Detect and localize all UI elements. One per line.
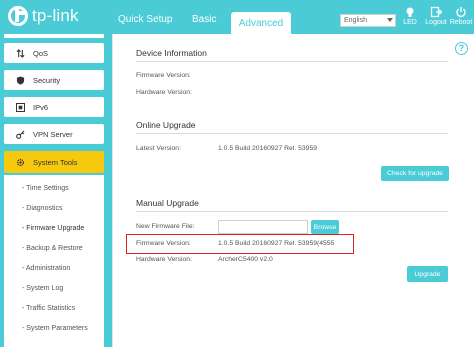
submenu-item-system-parameters[interactable]: - System Parameters [22, 325, 88, 332]
device-firmware-label: Firmware Version: [136, 72, 191, 79]
sidebar-item-vpn-server[interactable]: VPN Server [4, 124, 104, 144]
latest-version-value: 1.0.5 Build 20160927 Rel. 53959 [218, 145, 318, 152]
sidebar-item-label: QoS [33, 48, 49, 58]
sidebar-item-label: IPv6 [33, 102, 49, 112]
submenu-item-time-settings[interactable]: - Time Settings [22, 185, 69, 192]
language-value: English [344, 17, 367, 24]
reboot-label: Reboot [449, 19, 473, 26]
qos-arrows-icon [16, 48, 25, 58]
latest-version-label: Latest Version: [136, 145, 181, 152]
sidebar-item-label: VPN Server [33, 129, 73, 139]
sidebar-item-qos[interactable]: QoS [4, 43, 104, 63]
main-content [112, 34, 474, 347]
sidebar: QoS Security IPv6 VPN Server System Tool… [0, 34, 112, 347]
submenu-item-system-log[interactable]: - System Log [22, 285, 63, 292]
tp-link-logo-icon [8, 6, 28, 26]
section-divider [136, 61, 448, 62]
manual-upgrade-title: Manual Upgrade [136, 198, 199, 208]
new-firmware-file-label: New Firmware File: [136, 223, 195, 230]
language-select[interactable]: English [340, 14, 396, 27]
chevron-down-icon [387, 18, 393, 22]
manual-hardware-label: Hardware Version: [136, 256, 192, 263]
sidebar-item-security[interactable]: Security [4, 70, 104, 90]
sidebar-item-ipv6[interactable]: IPv6 [4, 97, 104, 117]
firmware-file-input[interactable] [218, 220, 308, 234]
tab-advanced[interactable]: Advanced [231, 12, 291, 34]
sidebar-item-label: System Tools [33, 157, 78, 167]
logout-label: Logout [425, 19, 447, 26]
brand-logo[interactable]: tp-link [8, 3, 79, 29]
check-for-upgrade-button[interactable]: Check for upgrade [381, 166, 449, 181]
sidebar-item-system-tools[interactable]: System Tools [4, 151, 104, 173]
logout-button[interactable]: Logout [424, 6, 448, 26]
shield-icon [16, 75, 25, 85]
gear-icon [16, 158, 25, 166]
bulb-icon [406, 7, 414, 17]
manual-hardware-value: ArcherC5400 v2.0 [218, 256, 273, 263]
submenu-item-traffic-statistics[interactable]: - Traffic Statistics [22, 305, 75, 312]
power-icon [456, 7, 466, 18]
online-upgrade-title: Online Upgrade [136, 120, 196, 130]
help-icon[interactable]: ? [455, 42, 468, 55]
tab-quick-setup[interactable]: Quick Setup [118, 14, 172, 25]
section-divider [136, 211, 448, 212]
tab-basic[interactable]: Basic [192, 14, 216, 25]
brand-name: tp-link [32, 6, 79, 25]
logout-icon [430, 6, 442, 18]
led-label: LED [403, 19, 417, 26]
ipv6-icon [16, 102, 25, 112]
browse-button[interactable]: Browse [311, 220, 339, 234]
device-hardware-label: Hardware Version: [136, 89, 192, 96]
top-bar: tp-link Quick Setup Basic Advanced Engli… [0, 0, 474, 34]
firmware-version-highlight [126, 234, 354, 254]
section-divider [136, 133, 448, 134]
upgrade-button[interactable]: Upgrade [407, 266, 448, 282]
key-icon [16, 130, 25, 139]
submenu-item-firmware-upgrade[interactable]: - Firmware Upgrade [22, 225, 84, 232]
device-information-title: Device Information [136, 48, 207, 58]
system-tools-submenu: - Time Settings - Diagnostics - Firmware… [4, 175, 104, 347]
submenu-item-diagnostics[interactable]: - Diagnostics [22, 205, 62, 212]
submenu-item-backup-restore[interactable]: - Backup & Restore [22, 245, 83, 252]
led-button[interactable]: LED [398, 6, 422, 26]
reboot-button[interactable]: Reboot [449, 6, 473, 26]
submenu-item-administration[interactable]: - Administration [22, 265, 70, 272]
sidebar-scroll-edge [4, 34, 104, 38]
sidebar-item-label: Security [33, 75, 61, 85]
